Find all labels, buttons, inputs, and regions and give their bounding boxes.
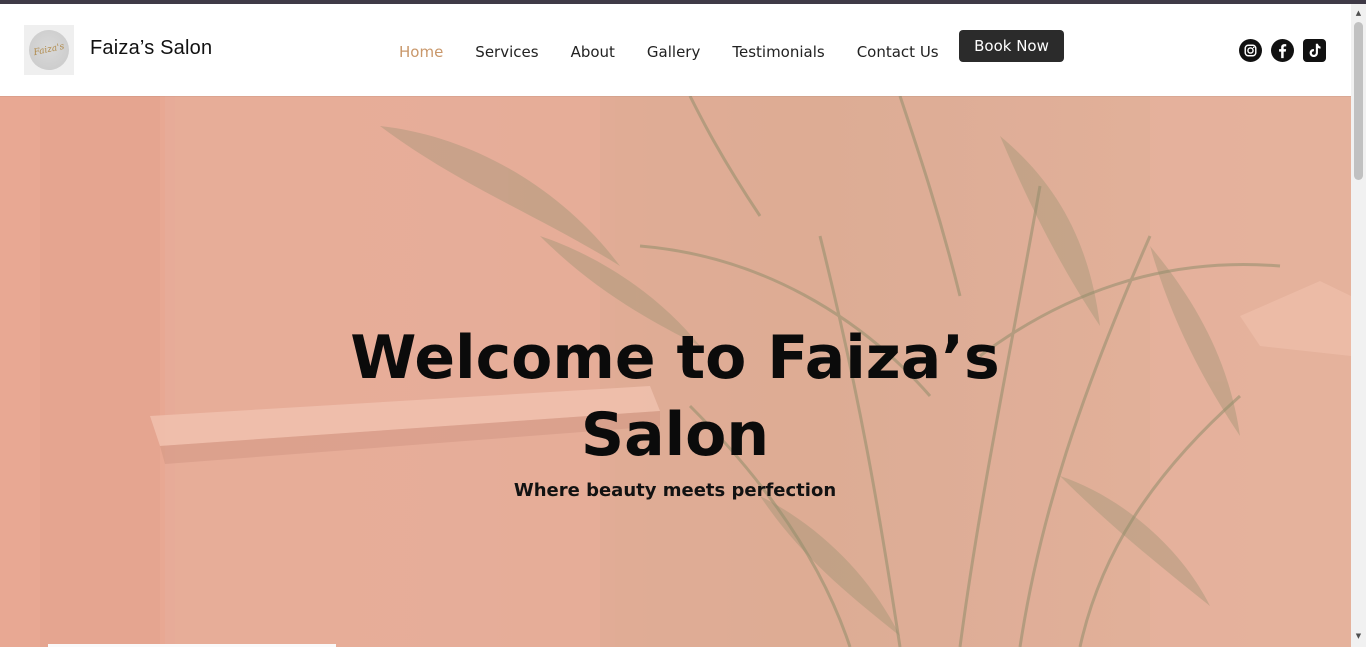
nav-home[interactable]: Home	[399, 43, 443, 61]
main-nav: Home Services About Gallery Testimonials…	[399, 40, 971, 64]
instagram-icon[interactable]	[1239, 39, 1262, 62]
logo-text: Faiza's	[32, 41, 66, 59]
book-now-button[interactable]: Book Now	[959, 30, 1064, 62]
brand-name[interactable]: Faiza’s Salon	[90, 37, 212, 60]
nav-contact-us[interactable]: Contact Us	[857, 43, 939, 61]
scroll-up-arrow-icon[interactable]: ▲	[1354, 9, 1363, 17]
hero-subtitle: Where beauty meets perfection	[513, 480, 837, 501]
social-links	[1239, 39, 1326, 62]
nav-about[interactable]: About	[571, 43, 615, 61]
site-header: Faiza's Faiza’s Salon Home Services Abou…	[0, 4, 1351, 96]
salon-logo[interactable]: Faiza's	[24, 25, 74, 75]
facebook-icon[interactable]	[1271, 39, 1294, 62]
nav-gallery[interactable]: Gallery	[647, 43, 700, 61]
scroll-down-arrow-icon[interactable]: ▼	[1354, 632, 1363, 640]
hero-section: Welcome to Faiza’s Salon Where beauty me…	[0, 96, 1351, 647]
nav-services[interactable]: Services	[475, 43, 538, 61]
vertical-scrollbar[interactable]: ▲ ▼	[1351, 4, 1366, 647]
hero-title: Welcome to Faiza’s Salon	[350, 323, 1000, 470]
scrollbar-thumb[interactable]	[1354, 22, 1363, 180]
nav-testimonials[interactable]: Testimonials	[732, 43, 824, 61]
logo-mark: Faiza's	[25, 26, 73, 74]
tiktok-icon[interactable]	[1303, 39, 1326, 62]
